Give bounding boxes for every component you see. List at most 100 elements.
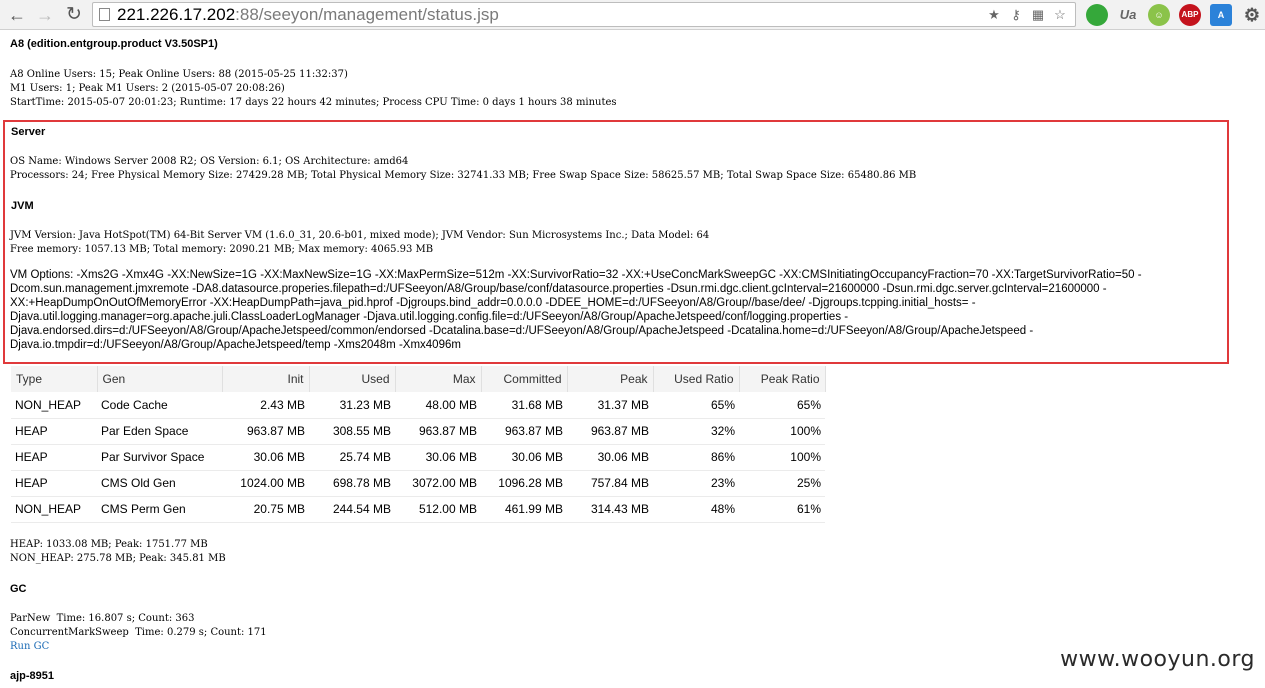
col-init: Init — [222, 366, 310, 392]
cell-max: 963.87 MB — [395, 418, 481, 445]
translate-extension-icon[interactable]: A — [1210, 4, 1232, 26]
forward-arrow-icon[interactable]: → — [34, 4, 56, 26]
address-bar[interactable]: 221.226.17.202:88/seeyon/management/stat… — [92, 2, 1076, 27]
cell-max: 3072.00 MB — [395, 470, 481, 497]
table-row: NON_HEAP CMS Perm Gen 20.75 MB 244.54 MB… — [11, 496, 825, 523]
green-circle-extension-icon[interactable] — [1086, 4, 1108, 26]
col-committed: Committed — [481, 366, 568, 392]
jvm-version-line: JVM Version: Java HotSpot(TM) 64-Bit Ser… — [10, 230, 710, 241]
cell-gen: CMS Perm Gen — [97, 496, 222, 523]
extension-icons: Ua ☺ ABP A ⚙ — [1086, 4, 1263, 26]
cell-committed: 31.68 MB — [481, 392, 567, 419]
page-icon — [99, 8, 110, 21]
cell-gen: Par Eden Space — [97, 418, 222, 445]
cell-peak-ratio: 100% — [739, 418, 825, 445]
cell-type: NON_HEAP — [11, 392, 97, 419]
smiley-extension-icon[interactable]: ☺ — [1148, 4, 1170, 26]
table-row: HEAP Par Eden Space 963.87 MB 308.55 MB … — [11, 418, 825, 445]
m1-users-line: M1 Users: 1; Peak M1 Users: 2 (2015-05-0… — [10, 83, 285, 94]
cell-used: 698.78 MB — [309, 470, 395, 497]
parnew-gc-line: ParNew Time: 16.807 s; Count: 363 — [10, 613, 195, 624]
cell-peak-ratio: 100% — [739, 444, 825, 471]
processor-info-line: Processors: 24; Free Physical Memory Siz… — [10, 170, 917, 181]
cell-init: 2.43 MB — [222, 392, 309, 419]
cell-peak-ratio: 25% — [739, 470, 825, 497]
start-time-line: StartTime: 2015-05-07 20:01:23; Runtime:… — [10, 97, 617, 108]
server-heading: Server — [11, 126, 46, 138]
cell-used-ratio: 23% — [653, 470, 739, 497]
cell-peak: 31.37 MB — [567, 392, 653, 419]
browser-toolbar: ← → ↻ 221.226.17.202:88/seeyon/managemen… — [0, 0, 1265, 30]
col-gen: Gen — [97, 366, 223, 392]
cell-peak-ratio: 61% — [739, 496, 825, 523]
table-header-row: Type Gen Init Used Max Committed Peak Us… — [11, 366, 826, 392]
url-host: 221.226.17.202 — [117, 5, 236, 24]
cell-committed: 461.99 MB — [481, 496, 567, 523]
run-gc-link[interactable]: Run GC — [10, 640, 49, 654]
cell-init: 1024.00 MB — [222, 470, 309, 497]
key-icon[interactable]: ⚷ — [1007, 6, 1025, 24]
cell-peak: 757.84 MB — [567, 470, 653, 497]
col-peak: Peak — [567, 366, 654, 392]
cell-type: NON_HEAP — [11, 496, 97, 523]
cell-gen: CMS Old Gen — [97, 470, 222, 497]
cell-used: 244.54 MB — [309, 496, 395, 523]
cell-gen: Code Cache — [97, 392, 222, 419]
cell-used: 308.55 MB — [309, 418, 395, 445]
ajp-heading: ajp-8951 — [10, 670, 55, 682]
table-row: NON_HEAP Code Cache 2.43 MB 31.23 MB 48.… — [11, 392, 825, 419]
jvm-memory-line: Free memory: 1057.13 MB; Total memory: 2… — [10, 244, 434, 255]
jvm-heading: JVM — [11, 200, 34, 212]
omnibox-actions: ★ ⚷ ▦ ☆ — [985, 6, 1069, 24]
adblock-plus-icon[interactable]: ABP — [1179, 4, 1201, 26]
cell-used-ratio: 65% — [653, 392, 739, 419]
vm-options: VM Options: -Xms2G -Xmx4G -XX:NewSize=1G… — [10, 269, 1142, 351]
cell-type: HEAP — [11, 470, 97, 497]
url-path: :88/seeyon/management/status.jsp — [235, 5, 499, 24]
cell-max: 30.06 MB — [395, 444, 481, 471]
settings-icon[interactable]: ⚙ — [1241, 4, 1263, 26]
cell-committed: 963.87 MB — [481, 418, 567, 445]
col-peak-ratio: Peak Ratio — [739, 366, 826, 392]
table-row: HEAP CMS Old Gen 1024.00 MB 698.78 MB 30… — [11, 470, 825, 497]
col-type: Type — [11, 366, 98, 392]
watermark: www.wooyun.org — [1060, 647, 1255, 672]
cell-used: 25.74 MB — [309, 444, 395, 471]
cell-type: HEAP — [11, 418, 97, 445]
online-users-line: A8 Online Users: 15; Peak Online Users: … — [10, 69, 348, 80]
page-title: A8 (edition.entgroup.product V3.50SP1) — [10, 38, 218, 50]
heap-summary-line: HEAP: 1033.08 MB; Peak: 1751.77 MB — [10, 539, 208, 550]
cms-gc-line: ConcurrentMarkSweep Time: 0.279 s; Count… — [10, 627, 267, 638]
col-used-ratio: Used Ratio — [653, 366, 740, 392]
url-text: 221.226.17.202:88/seeyon/management/stat… — [117, 4, 499, 26]
cell-max: 512.00 MB — [395, 496, 481, 523]
cell-used-ratio: 86% — [653, 444, 739, 471]
cell-committed: 30.06 MB — [481, 444, 567, 471]
translate-page-icon[interactable]: ▦ — [1029, 6, 1047, 24]
cell-init: 963.87 MB — [222, 418, 309, 445]
col-max: Max — [395, 366, 482, 392]
nonheap-summary-line: NON_HEAP: 275.78 MB; Peak: 345.81 MB — [10, 553, 226, 564]
cell-init: 30.06 MB — [222, 444, 309, 471]
tomcat-extension-icon[interactable]: ★ — [985, 6, 1003, 24]
os-info-line: OS Name: Windows Server 2008 R2; OS Vers… — [10, 156, 409, 167]
reload-icon[interactable]: ↻ — [63, 4, 85, 26]
back-arrow-icon[interactable]: ← — [6, 4, 28, 26]
cell-peak: 314.43 MB — [567, 496, 653, 523]
cell-peak: 30.06 MB — [567, 444, 653, 471]
user-agent-extension-icon[interactable]: Ua — [1117, 4, 1139, 26]
cell-peak: 963.87 MB — [567, 418, 653, 445]
cell-peak-ratio: 65% — [739, 392, 825, 419]
cell-gen: Par Survivor Space — [97, 444, 222, 471]
memory-pool-table: Type Gen Init Used Max Committed Peak Us… — [11, 366, 826, 523]
cell-type: HEAP — [11, 444, 97, 471]
bookmark-star-icon[interactable]: ☆ — [1051, 6, 1069, 24]
gc-heading: GC — [10, 583, 27, 595]
cell-init: 20.75 MB — [222, 496, 309, 523]
cell-max: 48.00 MB — [395, 392, 481, 419]
table-row: HEAP Par Survivor Space 30.06 MB 25.74 M… — [11, 444, 825, 471]
cell-used-ratio: 48% — [653, 496, 739, 523]
col-used: Used — [309, 366, 396, 392]
cell-used: 31.23 MB — [309, 392, 395, 419]
cell-used-ratio: 32% — [653, 418, 739, 445]
